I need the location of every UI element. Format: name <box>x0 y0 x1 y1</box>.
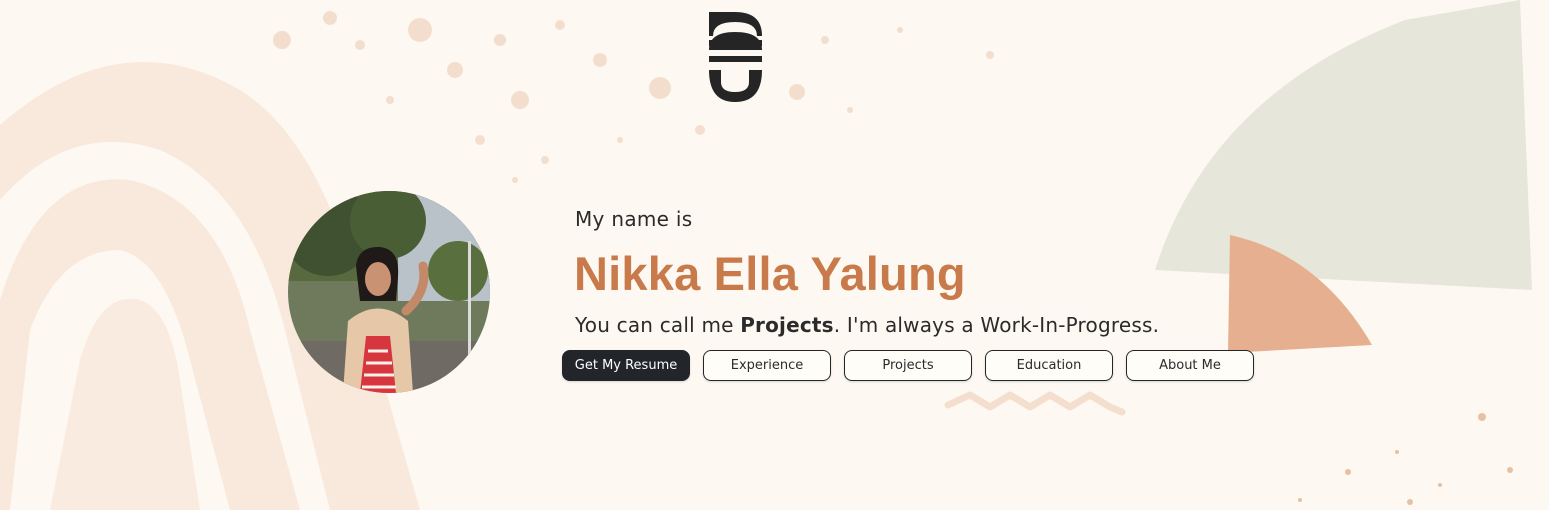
nav-button-row: Get My Resume Experience Projects Educat… <box>562 350 1254 381</box>
projects-button[interactable]: Projects <box>844 350 972 381</box>
tagline: You can call me Projects. I'm always a W… <box>575 313 1159 337</box>
splatter-dots <box>273 11 994 183</box>
tagline-suffix: . I'm always a Work-In-Progress. <box>833 313 1160 337</box>
site-monogram-logo[interactable] <box>705 10 765 104</box>
tagline-prefix: You can call me <box>575 313 741 337</box>
hero-section: My name is Nikka Ella Yalung You can cal… <box>0 0 1549 510</box>
arch-shape-small <box>50 298 200 510</box>
person-name-heading: Nikka Ella Yalung <box>574 247 966 300</box>
profile-photo <box>288 191 490 393</box>
about-me-button[interactable]: About Me <box>1126 350 1254 381</box>
intro-text: My name is <box>575 207 693 231</box>
experience-button[interactable]: Experience <box>703 350 831 381</box>
education-button[interactable]: Education <box>985 350 1113 381</box>
profile-photo-illustration <box>288 191 490 393</box>
corner-dots <box>1298 413 1513 505</box>
squiggle-line <box>944 391 1126 416</box>
get-my-resume-button[interactable]: Get My Resume <box>562 350 690 381</box>
tagline-highlight: Projects <box>740 313 834 337</box>
sage-quarter-shape <box>1155 0 1532 290</box>
